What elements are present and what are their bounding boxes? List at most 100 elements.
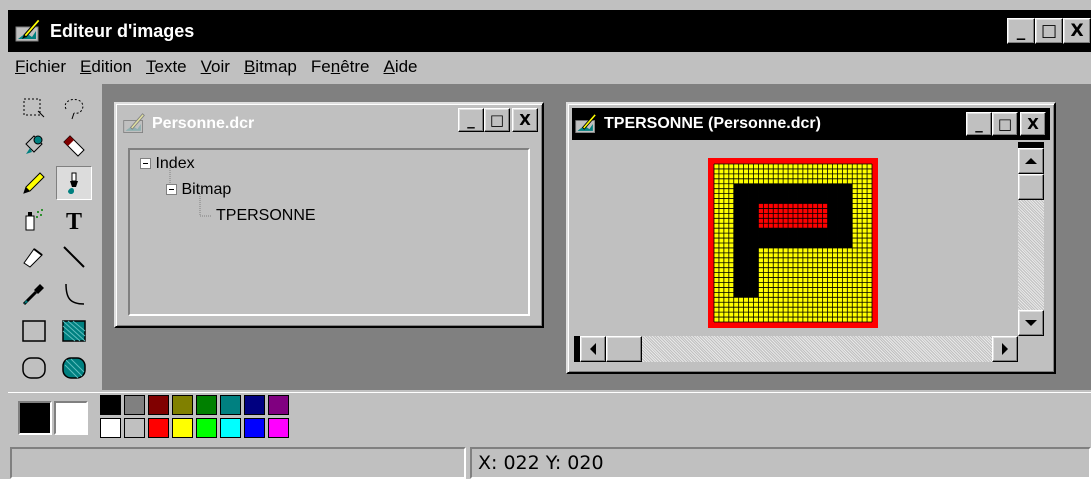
- bitmap-pixel[interactable]: [743, 282, 749, 288]
- bitmap-pixel[interactable]: [812, 203, 818, 209]
- bitmap-pixel[interactable]: [753, 287, 759, 293]
- line-icon[interactable]: [56, 240, 92, 274]
- bitmap-pixel[interactable]: [778, 213, 784, 219]
- bitmap-pixel[interactable]: [827, 203, 833, 209]
- bitmap-pixel[interactable]: [738, 252, 744, 258]
- bitmap-pixel[interactable]: [763, 228, 769, 234]
- rounded-rect-icon[interactable]: [16, 351, 52, 385]
- bitmap-pixel[interactable]: [822, 208, 828, 214]
- bitmap-pixel[interactable]: [812, 198, 818, 204]
- bitmap-pixel[interactable]: [758, 208, 764, 214]
- collapse-icon[interactable]: [140, 158, 151, 170]
- palette-swatch[interactable]: [196, 418, 217, 438]
- bitmap-pixel[interactable]: [847, 183, 853, 189]
- bitmap-pixel[interactable]: [817, 223, 823, 229]
- bitmap-pixel[interactable]: [763, 198, 769, 204]
- palette-swatch[interactable]: [244, 418, 265, 438]
- bitmap-pixel[interactable]: [743, 257, 749, 263]
- bitmap-pixel[interactable]: [753, 203, 759, 209]
- bitmap-pixel[interactable]: [758, 188, 764, 194]
- bitmap-pixel[interactable]: [748, 272, 754, 278]
- maximize-button[interactable]: □: [1035, 18, 1063, 44]
- bitmap-pixel[interactable]: [758, 233, 764, 239]
- bitmap-pixel[interactable]: [748, 243, 754, 248]
- bitmap-pixel[interactable]: [738, 213, 744, 219]
- bitmap-pixel[interactable]: [797, 208, 803, 214]
- bitmap-pixel[interactable]: [753, 193, 759, 199]
- bitmap-pixel[interactable]: [738, 183, 744, 189]
- bitmap-pixel[interactable]: [827, 213, 833, 219]
- bitmap-pixel[interactable]: [768, 208, 774, 214]
- bitmap-pixel[interactable]: [832, 198, 838, 204]
- bitmap-pixel[interactable]: [738, 228, 744, 234]
- bitmap-pixel[interactable]: [793, 203, 798, 209]
- palette-swatch[interactable]: [100, 418, 121, 438]
- bitmap-pixel[interactable]: [842, 183, 848, 189]
- bitmap-pixel[interactable]: [738, 193, 744, 199]
- bitmap-pixel[interactable]: [842, 198, 848, 204]
- bitmap-pixel[interactable]: [738, 257, 744, 263]
- bitmap-pixel[interactable]: [802, 228, 808, 234]
- bitmap-pixel[interactable]: [783, 208, 789, 214]
- bitmap-minimize-button[interactable]: _: [966, 112, 992, 136]
- bitmap-pixel[interactable]: [822, 183, 828, 189]
- bitmap-pixel[interactable]: [743, 208, 749, 214]
- bitmap-pixel[interactable]: [768, 203, 774, 209]
- bitmap-pixel[interactable]: [847, 193, 853, 199]
- bitmap-pixel[interactable]: [807, 228, 813, 234]
- bitmap-pixel[interactable]: [837, 193, 843, 199]
- bitmap-pixel[interactable]: [773, 233, 779, 239]
- bitmap-pixel[interactable]: [812, 188, 818, 194]
- bitmap-pixel[interactable]: [738, 233, 744, 239]
- bitmap-pixel[interactable]: [733, 247, 739, 253]
- bitmap-pixel[interactable]: [797, 233, 803, 239]
- bitmap-pixel[interactable]: [832, 208, 838, 214]
- bitmap-pixel[interactable]: [812, 233, 818, 239]
- bitmap-pixel[interactable]: [842, 218, 848, 224]
- bitmap-pixel[interactable]: [788, 188, 793, 194]
- fill-bucket-icon[interactable]: [16, 129, 52, 163]
- document-minimize-button[interactable]: _: [458, 108, 484, 132]
- bitmap-pixel[interactable]: [837, 223, 843, 229]
- palette-swatch[interactable]: [148, 395, 169, 415]
- bitmap-pixel[interactable]: [807, 193, 813, 199]
- bitmap-pixel[interactable]: [738, 188, 744, 194]
- tree-node-index[interactable]: Index: [140, 155, 195, 173]
- bitmap-pixel[interactable]: [842, 213, 848, 219]
- bitmap-pixel[interactable]: [733, 233, 739, 239]
- bitmap-pixel[interactable]: [753, 228, 759, 234]
- bitmap-pixel[interactable]: [738, 292, 744, 298]
- bitmap-pixel[interactable]: [778, 188, 784, 194]
- bitmap-pixel[interactable]: [817, 183, 823, 189]
- palette-swatch[interactable]: [268, 395, 289, 415]
- bitmap-pixel[interactable]: [743, 213, 749, 219]
- menu-voir[interactable]: Voir: [194, 57, 237, 77]
- bitmap-pixel[interactable]: [797, 243, 803, 248]
- bitmap-pixel[interactable]: [822, 243, 828, 248]
- bitmap-pixel[interactable]: [822, 213, 828, 219]
- bitmap-pixel[interactable]: [827, 223, 833, 229]
- bitmap-pixel[interactable]: [837, 218, 843, 224]
- app-icon[interactable]: [14, 17, 42, 45]
- bitmap-pixel[interactable]: [763, 188, 769, 194]
- document-close-button[interactable]: X: [512, 108, 538, 132]
- bitmap-pixel[interactable]: [802, 188, 808, 194]
- bitmap-pixel[interactable]: [743, 203, 749, 209]
- bitmap-pixel[interactable]: [832, 183, 838, 189]
- bitmap-pixel[interactable]: [733, 183, 739, 189]
- bitmap-pixel[interactable]: [768, 193, 774, 199]
- bitmap-pixel[interactable]: [733, 188, 739, 194]
- bitmap-pixel[interactable]: [788, 193, 793, 199]
- bitmap-pixel[interactable]: [837, 233, 843, 239]
- bitmap-pixel[interactable]: [738, 277, 744, 283]
- bitmap-pixel[interactable]: [758, 223, 764, 229]
- bitmap-pixel[interactable]: [793, 233, 798, 239]
- bitmap-pixel[interactable]: [817, 193, 823, 199]
- bitmap-pixel[interactable]: [733, 203, 739, 209]
- bitmap-pixel[interactable]: [773, 198, 779, 204]
- bitmap-pixel[interactable]: [802, 183, 808, 189]
- bitmap-pixel[interactable]: [753, 218, 759, 224]
- bitmap-pixel[interactable]: [783, 218, 789, 224]
- text-icon[interactable]: T: [56, 203, 92, 237]
- bitmap-pixel[interactable]: [817, 243, 823, 248]
